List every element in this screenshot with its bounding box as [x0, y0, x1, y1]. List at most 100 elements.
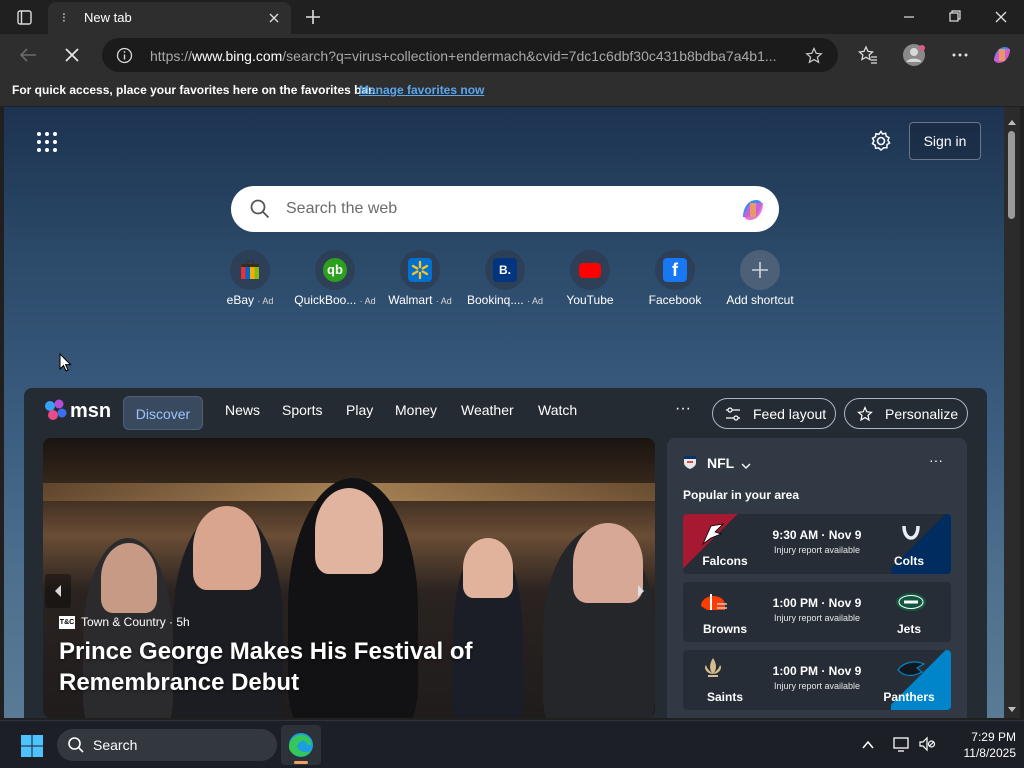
volume-muted-icon[interactable]	[918, 735, 936, 753]
page-settings-gear-icon[interactable]	[869, 129, 893, 153]
feed-layout-label: Feed layout	[753, 406, 827, 422]
favorites-bar: For quick access, place your favorites h…	[0, 76, 1024, 106]
clock-date: 11/8/2025	[963, 746, 1017, 760]
minimize-icon[interactable]	[895, 6, 923, 28]
tab-discover[interactable]: Discover	[123, 396, 203, 430]
tab-actions-icon[interactable]	[10, 7, 38, 29]
favorites-icon[interactable]	[854, 42, 882, 68]
favorites-bar-message: For quick access, place your favorites h…	[12, 83, 376, 97]
edge-taskbar-icon[interactable]	[281, 725, 321, 765]
copilot-search-icon[interactable]	[738, 195, 768, 225]
shortcut-tile: f	[655, 250, 695, 290]
jets-logo-icon	[895, 588, 927, 616]
shortcut-tile: qb	[315, 250, 355, 290]
tab-news[interactable]: News	[225, 402, 260, 418]
profile-avatar-icon[interactable]	[900, 42, 928, 68]
shortcut-walmart[interactable]: Walmart · Ad	[378, 250, 462, 310]
settings-more-icon[interactable]	[946, 42, 974, 68]
tab-title: New tab	[84, 10, 132, 25]
hero-article-card[interactable]: T&C Town & Country · 5h Prince George Mak…	[43, 438, 655, 718]
search-icon	[249, 198, 271, 220]
tab-new-tab[interactable]: ⁝ New tab	[48, 2, 291, 34]
personalize-button[interactable]: Personalize	[844, 398, 968, 429]
shortcut-tile: B.	[485, 250, 525, 290]
more-tabs-button[interactable]: ···	[675, 400, 691, 418]
game-row[interactable]: Browns 1:00 PM · Nov 9 Injury report ava…	[683, 582, 951, 642]
url-text[interactable]: https://www.bing.com/search?q=virus+coll…	[150, 48, 790, 64]
game-row[interactable]: Saints 1:00 PM · Nov 9 Injury report ava…	[683, 650, 951, 710]
walmart-icon	[408, 258, 432, 282]
site-info-icon[interactable]	[116, 47, 133, 64]
taskbar-search-label: Search	[93, 737, 138, 753]
tab-play[interactable]: Play	[346, 402, 373, 418]
feed-layout-button[interactable]: Feed layout	[712, 398, 836, 429]
msn-logo-text: msn	[70, 400, 112, 422]
url-host: www.bing.com	[192, 48, 283, 64]
game-row[interactable]: Falcons 9:30 AM · Nov 9 Injury report av…	[683, 514, 951, 574]
shortcut-facebook[interactable]: f Facebook	[633, 250, 717, 310]
shortcut-quickbooks[interactable]: qb QuickBoo... · Ad	[293, 250, 377, 310]
saints-fleur-de-lis-icon	[697, 656, 729, 684]
address-bar[interactable]: https://www.bing.com/search?q=virus+coll…	[102, 38, 838, 72]
app-launcher-icon[interactable]	[36, 131, 58, 153]
show-hidden-icons-chevron-icon[interactable]	[860, 737, 876, 753]
search-input[interactable]	[286, 194, 716, 224]
taskbar-search-box[interactable]: Search	[57, 729, 277, 761]
web-search-box[interactable]	[231, 186, 779, 232]
previous-article-arrow-icon[interactable]	[45, 574, 71, 608]
ebay-icon	[238, 258, 262, 282]
browser-toolbar: https://www.bing.com/search?q=virus+coll…	[0, 34, 1024, 76]
facebook-icon: f	[663, 258, 687, 282]
shortcut-ebay[interactable]: eBay · Ad	[208, 250, 292, 310]
copilot-icon[interactable]	[988, 42, 1016, 68]
shortcut-label: YouTube	[566, 293, 614, 307]
next-article-arrow-icon[interactable]	[633, 579, 647, 603]
chevron-down-icon[interactable]	[741, 458, 751, 469]
nfl-subtitle: Popular in your area	[683, 488, 800, 502]
shortcut-label: Bookinq.... · Ad	[466, 293, 544, 307]
home-team-name: Falcons	[702, 554, 748, 568]
close-window-icon[interactable]	[987, 6, 1015, 28]
shortcut-label: QuickBoo... · Ad	[294, 293, 376, 307]
msn-logo[interactable]: msn	[44, 398, 114, 426]
windows-start-icon[interactable]	[20, 734, 44, 758]
nfl-title[interactable]: NFL	[707, 455, 734, 471]
active-app-indicator	[294, 761, 308, 764]
panthers-logo-icon	[895, 656, 927, 684]
tab-weather[interactable]: Weather	[461, 402, 514, 418]
stop-loading-icon[interactable]	[58, 42, 86, 68]
restore-icon[interactable]	[941, 6, 969, 28]
tab-favicon-icon: ⁝	[61, 10, 67, 25]
shortcut-label: Add shortcut	[726, 293, 794, 307]
scroll-down-arrow-icon[interactable]	[1007, 701, 1017, 712]
sign-in-button[interactable]: Sign in	[909, 122, 981, 160]
network-icon[interactable]	[892, 735, 910, 753]
mouse-cursor-icon	[59, 352, 73, 373]
shortcut-tile	[570, 250, 610, 290]
browns-helmet-icon	[697, 588, 729, 616]
article-headline[interactable]: Prince George Makes His Festival of Reme…	[59, 636, 629, 698]
falcons-logo-icon	[697, 520, 729, 548]
game-time: 1:00 PM · Nov 9	[772, 664, 862, 678]
shortcut-youtube[interactable]: YouTube	[548, 250, 632, 310]
hero-image-person	[101, 543, 157, 613]
taskbar-clock[interactable]: 7:29 PM 11/8/2025	[946, 729, 1017, 761]
nfl-more-button[interactable]: ···	[929, 452, 943, 468]
scrollbar-thumb[interactable]	[1008, 131, 1015, 219]
page-scrollbar[interactable]	[1004, 107, 1020, 718]
manage-favorites-link[interactable]: Manage favorites now	[359, 83, 484, 97]
home-team-name: Browns	[702, 622, 747, 636]
tab-strip: ⁝ New tab	[0, 0, 1024, 34]
source-logo: T&C	[59, 616, 75, 630]
shortcut-booking[interactable]: B. Bookinq.... · Ad	[463, 250, 547, 310]
tab-watch[interactable]: Watch	[538, 402, 577, 418]
scroll-up-arrow-icon[interactable]	[1007, 113, 1017, 125]
tab-sports[interactable]: Sports	[282, 402, 322, 418]
tab-money[interactable]: Money	[395, 402, 437, 418]
add-favorite-star-icon[interactable]	[804, 46, 824, 66]
close-tab-icon[interactable]	[266, 10, 282, 26]
shortcut-add[interactable]: Add shortcut	[718, 250, 802, 310]
back-arrow-icon[interactable]	[14, 42, 42, 68]
new-tab-button[interactable]	[302, 6, 324, 28]
windows-taskbar: Search 7:29 PM 11/8/2025	[0, 720, 1024, 768]
